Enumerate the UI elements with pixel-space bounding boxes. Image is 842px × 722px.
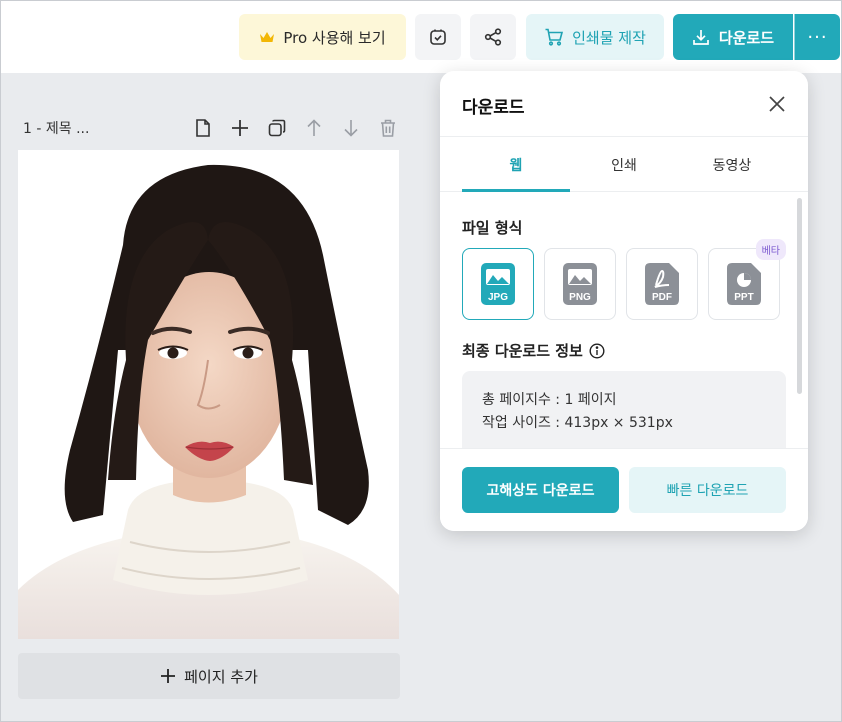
file-format-options: JPG PNG PDF PPT — [462, 248, 780, 320]
pdf-file-icon: PDF — [645, 263, 679, 305]
trash-icon — [381, 119, 395, 137]
design-canvas[interactable] — [18, 150, 399, 639]
move-page-down-button[interactable] — [339, 116, 363, 140]
add-page-button[interactable]: 페이지 추가 — [18, 653, 400, 699]
png-file-icon: PNG — [563, 263, 597, 305]
arrow-up-icon — [307, 119, 321, 136]
share-icon — [484, 28, 502, 46]
format-png-option[interactable]: PNG — [544, 248, 616, 320]
save-button[interactable] — [415, 14, 461, 60]
format-jpg-label: JPG — [488, 292, 508, 303]
download-button[interactable]: 다운로드 — [673, 14, 793, 60]
format-ppt-label: PPT — [734, 292, 753, 303]
tab-print[interactable]: 인쇄 — [570, 137, 678, 192]
panel-footer: 고해상도 다운로드 빠른 다운로드 — [440, 449, 808, 531]
panel-title: 다운로드 — [462, 98, 525, 118]
high-quality-download-button[interactable]: 고해상도 다운로드 — [462, 467, 619, 513]
delete-page-button[interactable] — [376, 116, 400, 140]
plus-icon — [161, 669, 176, 683]
top-toolbar: Pro 사용해 보기 인쇄물 제작 다운로드 ··· — [1, 1, 841, 73]
arrow-down-icon — [344, 120, 358, 137]
page-header: 1 - 제목 ... — [18, 113, 400, 143]
close-button[interactable] — [766, 93, 788, 115]
panel-scrollbar[interactable] — [797, 198, 802, 394]
beta-badge: 베타 — [755, 239, 786, 260]
more-options-button[interactable]: ··· — [794, 14, 840, 60]
print-product-label: 인쇄물 제작 — [572, 28, 646, 47]
jpg-file-icon: JPG — [481, 263, 515, 305]
duplicate-page-button[interactable] — [265, 116, 289, 140]
download-info-title: 최종 다운로드 정보 — [462, 342, 583, 360]
fast-download-button[interactable]: 빠른 다운로드 — [629, 467, 786, 513]
tab-web[interactable]: 웹 — [462, 137, 570, 192]
format-jpg-option[interactable]: JPG — [462, 248, 534, 320]
print-product-button[interactable]: 인쇄물 제작 — [526, 14, 664, 60]
file-format-title: 파일 형식 — [462, 219, 523, 237]
download-tabs: 웹 인쇄 동영상 — [440, 136, 808, 192]
format-png-label: PNG — [569, 292, 591, 303]
duplicate-icon — [268, 119, 286, 137]
plus-icon — [232, 120, 248, 136]
add-page-icon-button[interactable] — [228, 116, 252, 140]
new-page-button[interactable] — [191, 116, 215, 140]
total-pages-text: 총 페이지수 : 1 페이지 — [482, 392, 617, 408]
tab-video[interactable]: 동영상 — [678, 137, 786, 192]
share-button[interactable] — [470, 14, 516, 60]
ppt-file-icon: PPT — [727, 263, 761, 305]
format-pdf-label: PDF — [652, 292, 672, 303]
add-page-label: 페이지 추가 — [184, 667, 258, 686]
cart-icon — [545, 28, 564, 46]
portrait-photo — [18, 150, 399, 639]
page-tools — [191, 116, 400, 140]
move-page-up-button[interactable] — [302, 116, 326, 140]
format-pdf-option[interactable]: PDF — [626, 248, 698, 320]
document-icon — [196, 119, 210, 137]
page-title[interactable]: 1 - 제목 ... — [23, 118, 89, 138]
close-icon — [769, 96, 785, 112]
crown-icon — [260, 32, 275, 42]
download-info-heading: 최종 다운로드 정보 — [462, 340, 605, 361]
active-tab-indicator — [462, 189, 570, 192]
download-panel: 다운로드 웹 인쇄 동영상 파일 형식 JPG PNG PDF PPT 베타 최… — [440, 71, 808, 531]
download-label: 다운로드 — [718, 28, 775, 47]
pro-trial-label: Pro 사용해 보기 — [283, 28, 386, 47]
more-dots-icon: ··· — [807, 26, 828, 48]
pro-trial-button[interactable]: Pro 사용해 보기 — [239, 14, 406, 60]
work-size-text: 작업 사이즈 : 413px × 531px — [482, 415, 673, 431]
save-cloud-icon — [430, 29, 446, 45]
info-icon[interactable] — [589, 342, 605, 359]
download-icon — [693, 30, 709, 45]
